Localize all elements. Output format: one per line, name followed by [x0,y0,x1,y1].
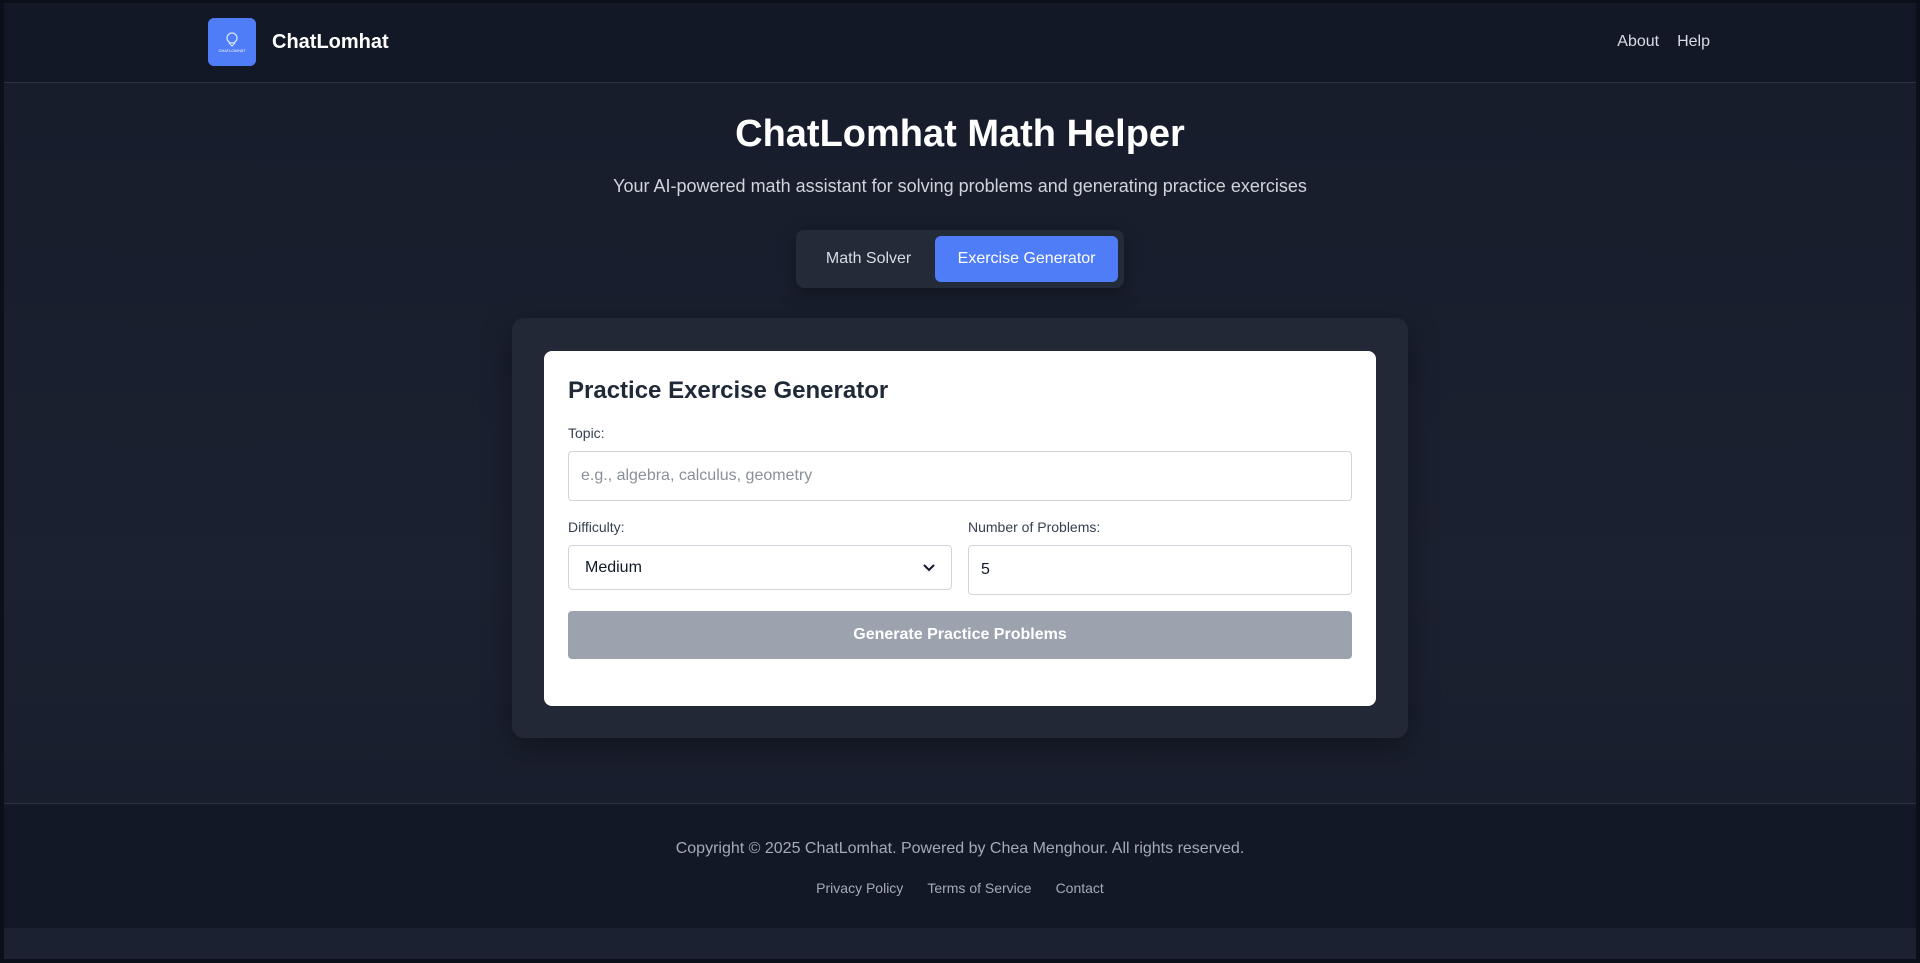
content-panel: Practice Exercise Generator Topic: Diffi… [512,318,1408,738]
problem-count-label: Number of Problems: [968,519,1101,535]
footer-links: Privacy Policy Terms of Service Contact [4,880,1916,896]
exercise-form-card: Practice Exercise Generator Topic: Diffi… [544,351,1376,706]
nav-help-link[interactable]: Help [1677,33,1710,51]
brain-icon: CHATLOMHAT [219,32,247,53]
app-window: CHATLOMHAT ChatLomhat About Help ChatLom… [4,3,1916,959]
topic-input[interactable] [568,451,1352,501]
top-header: CHATLOMHAT ChatLomhat About Help [4,3,1916,83]
brand-name: ChatLomhat [272,31,389,53]
topic-label: Topic: [568,425,605,441]
page-subtitle: Your AI-powered math assistant for solvi… [613,176,1307,196]
nav-about-link[interactable]: About [1617,33,1659,51]
copyright-text: Copyright © 2025 ChatLomhat. Powered by … [675,840,1245,857]
difficulty-select[interactable]: Medium [568,545,952,590]
logo[interactable]: CHATLOMHAT [208,18,256,66]
difficulty-label: Difficulty: [568,519,625,535]
difficulty-value: Medium [585,558,642,576]
problem-count-input[interactable] [968,545,1352,595]
page-title: ChatLomhat Math Helper [735,113,1185,155]
chevron-down-icon [923,563,935,572]
tab-math-solver[interactable]: Math Solver [802,236,935,282]
bottom-strip [4,928,1916,959]
top-nav: About Help [1617,33,1710,51]
mode-tabs: Math Solver Exercise Generator [796,230,1124,288]
footer-link-privacy[interactable]: Privacy Policy [816,880,903,896]
logo-text: CHATLOMHAT [219,48,247,53]
generate-button[interactable]: Generate Practice Problems [568,611,1352,659]
tab-exercise-generator[interactable]: Exercise Generator [935,236,1118,282]
footer-link-contact[interactable]: Contact [1056,880,1104,896]
footer: Copyright © 2025 ChatLomhat. Powered by … [4,803,1916,928]
footer-link-terms[interactable]: Terms of Service [927,880,1031,896]
form-title: Practice Exercise Generator [568,377,889,404]
